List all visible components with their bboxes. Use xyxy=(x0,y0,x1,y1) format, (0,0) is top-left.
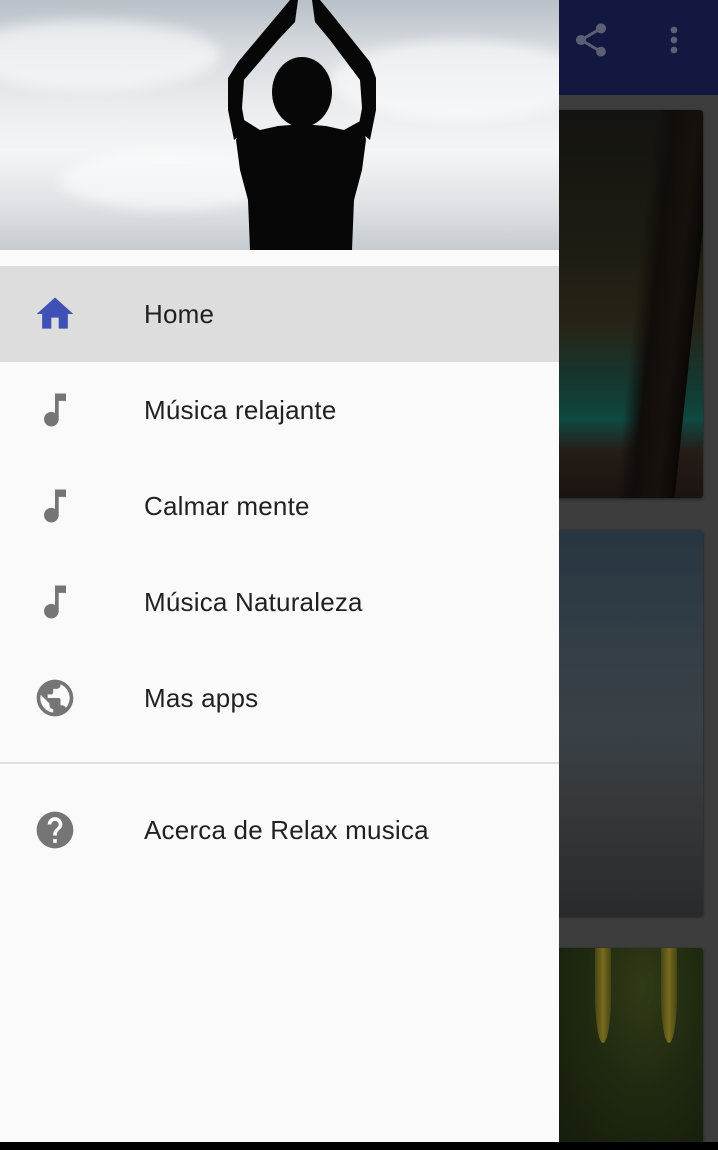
system-nav-bar xyxy=(0,1142,718,1150)
navigation-drawer: Home Música relajante Calmar mente Músic… xyxy=(0,0,559,1142)
nav-item-home[interactable]: Home xyxy=(0,266,559,362)
nav-item-musica-relajante[interactable]: Música relajante xyxy=(0,362,559,458)
cloud xyxy=(0,20,220,90)
nav-item-label: Música relajante xyxy=(144,394,337,425)
nav-item-label: Acerca de Relax musica xyxy=(144,814,429,845)
nav-item-musica-naturaleza[interactable]: Música Naturaleza xyxy=(0,554,559,650)
nav-item-label: Mas apps xyxy=(144,682,259,713)
help-icon xyxy=(33,809,77,851)
music-note-icon xyxy=(33,485,77,527)
globe-icon xyxy=(33,677,77,719)
nav-item-label: Música Naturaleza xyxy=(144,586,363,617)
nav-item-mas-apps[interactable]: Mas apps xyxy=(0,650,559,746)
nav-item-calmar-mente[interactable]: Calmar mente xyxy=(0,458,559,554)
nav-menu: Home Música relajante Calmar mente Músic… xyxy=(0,266,559,746)
nav-item-label: Calmar mente xyxy=(144,490,310,521)
music-note-icon xyxy=(33,389,77,431)
home-icon xyxy=(33,293,77,335)
yoga-silhouette xyxy=(228,0,376,250)
drawer-header-image xyxy=(0,0,559,250)
music-note-icon xyxy=(33,581,77,623)
nav-item-about[interactable]: Acerca de Relax musica xyxy=(0,782,559,878)
nav-item-label: Home xyxy=(144,298,215,329)
divider xyxy=(0,762,559,764)
